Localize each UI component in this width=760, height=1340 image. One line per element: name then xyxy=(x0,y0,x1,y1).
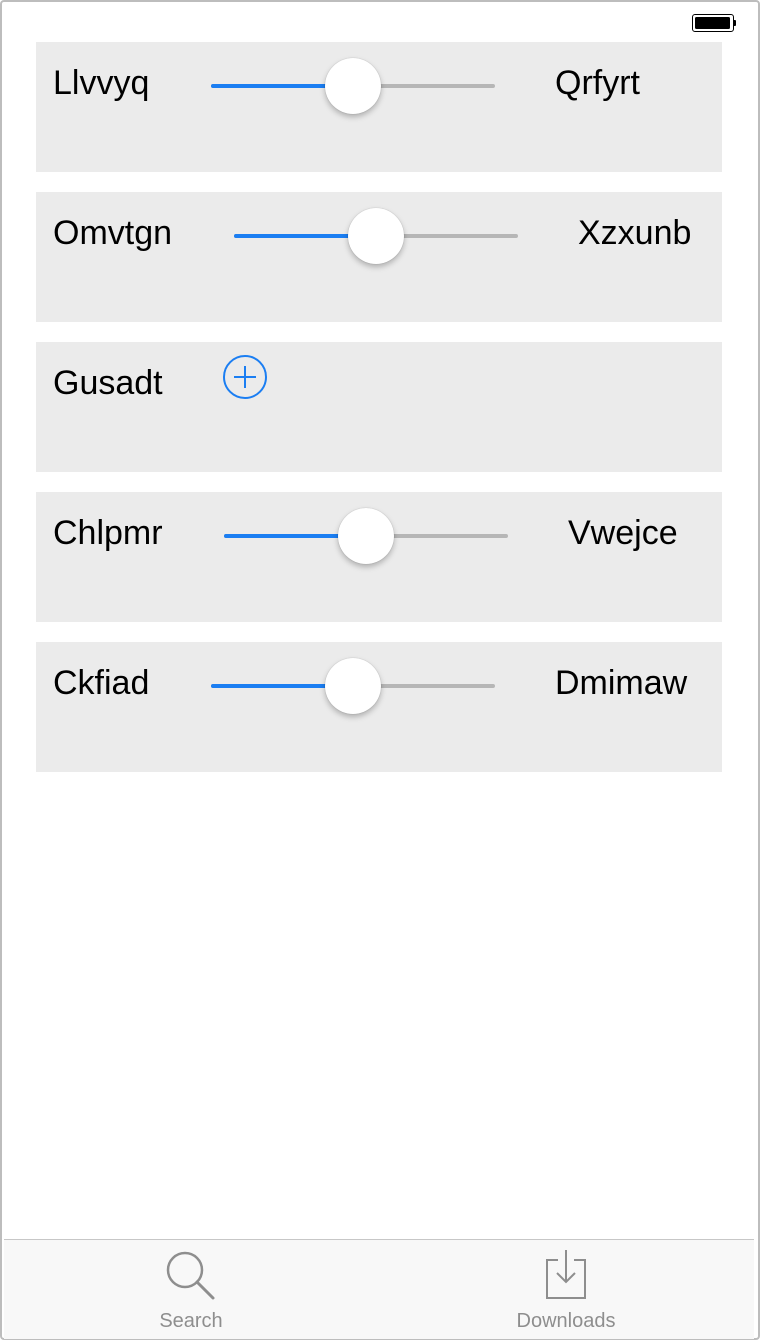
tab-bar: Search Downloads xyxy=(4,1239,754,1339)
slider-max-label: Dmimaw xyxy=(555,664,688,702)
slider[interactable] xyxy=(224,505,508,567)
battery-icon xyxy=(692,14,736,32)
tab-search-label: Search xyxy=(159,1310,223,1332)
slider-row-3: Chlpmr Vwejce xyxy=(36,492,722,622)
slider-max-label: Xzxunb xyxy=(578,214,692,252)
search-icon xyxy=(166,1251,215,1300)
tab-downloads-label: Downloads xyxy=(516,1310,616,1332)
slider-thumb[interactable] xyxy=(325,58,381,114)
row-label: Gusadt xyxy=(53,364,163,402)
slider-thumb[interactable] xyxy=(325,658,381,714)
slider-row-1: Llvvyq Qrfyrt xyxy=(36,42,722,172)
plus-circle-icon xyxy=(223,355,267,399)
device-frame: Llvvyq Qrfyrt Omvtgn Xzxunb Gusadt Chlpm… xyxy=(0,0,760,1340)
slider-thumb[interactable] xyxy=(338,508,394,564)
slider-row-4: Ckfiad Dmimaw xyxy=(36,642,722,772)
slider-min-label: Omvtgn xyxy=(53,214,173,252)
download-icon xyxy=(546,1250,586,1299)
button-row: Gusadt xyxy=(36,342,722,472)
add-button[interactable] xyxy=(222,354,268,400)
slider-min-label: Llvvyq xyxy=(53,64,150,102)
slider-min-label: Chlpmr xyxy=(53,514,163,552)
slider[interactable] xyxy=(234,205,518,267)
slider-row-2: Omvtgn Xzxunb xyxy=(36,192,722,322)
slider[interactable] xyxy=(211,55,495,117)
slider[interactable] xyxy=(211,655,495,717)
slider-max-label: Vwejce xyxy=(568,514,678,552)
tab-search[interactable]: Search xyxy=(91,1240,291,1339)
slider-max-label: Qrfyrt xyxy=(555,64,640,102)
slider-thumb[interactable] xyxy=(348,208,404,264)
tab-downloads[interactable]: Downloads xyxy=(466,1240,666,1339)
slider-min-label: Ckfiad xyxy=(53,664,150,702)
